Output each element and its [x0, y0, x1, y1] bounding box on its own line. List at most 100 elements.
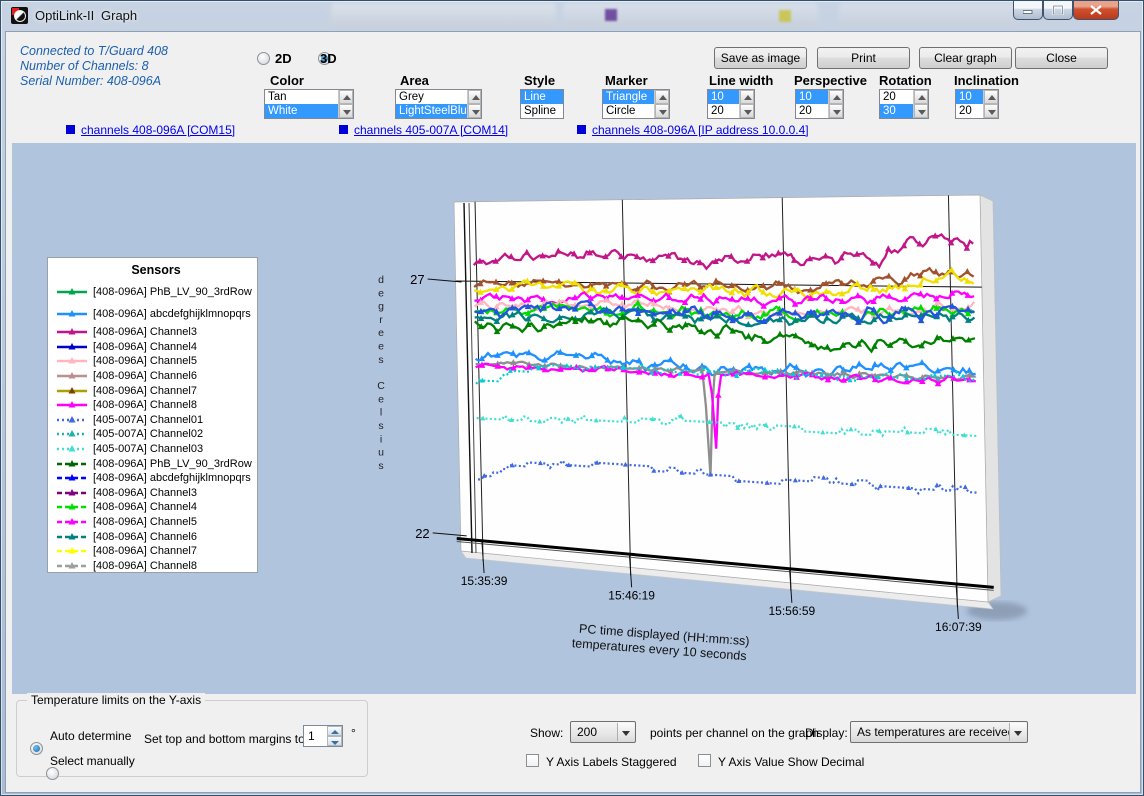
scroll-up-icon[interactable] [740, 90, 754, 104]
radio-auto-determine[interactable] [30, 742, 43, 755]
listbox-style-option[interactable]: Line [521, 90, 563, 104]
legend-swatch-dashed [55, 457, 89, 471]
listbox-area-option[interactable]: Grey [396, 90, 467, 104]
legend-item: [405-007A] Channel03 [55, 442, 257, 457]
scroll-down-icon[interactable] [984, 104, 998, 118]
legend-swatch-solid [55, 398, 89, 412]
display-mode-dropdown[interactable]: As temperatures are received [850, 721, 1028, 743]
listbox-line-width-option[interactable]: 10 [708, 90, 739, 104]
scroll-up-icon[interactable] [655, 90, 669, 104]
listbox-rotation-option[interactable]: 30 [880, 104, 913, 118]
show-points-value: 200 [577, 725, 597, 739]
listbox-scrollbar[interactable] [338, 90, 353, 118]
channel-status-icon [339, 125, 348, 134]
maximize-button[interactable] [1043, 1, 1073, 20]
scroll-up-icon[interactable] [829, 90, 843, 104]
listbox-style[interactable]: LineSpline [520, 89, 564, 119]
legend-swatch-solid [55, 325, 89, 339]
background-window-blur [331, 3, 556, 28]
spinner-down-icon[interactable] [327, 736, 342, 746]
x-tick-label: 15:56:59 [768, 604, 815, 618]
y-tick-label: 22 [415, 526, 429, 541]
radio-2d[interactable] [257, 52, 270, 65]
legend-item-label: [408-096A] PhB_LV_90_3rdRow [93, 286, 252, 298]
y-axis-title-letter: i [380, 433, 382, 445]
save-as-image-button[interactable]: Save as image [714, 47, 807, 69]
legend-item: [408-096A] Channel8 [55, 398, 257, 413]
legend-swatch-dotted [55, 442, 89, 456]
listbox-line-width-option[interactable]: 20 [708, 104, 739, 118]
scroll-up-icon[interactable] [468, 90, 481, 104]
listbox-label-area: Area [400, 73, 429, 88]
minimize-button[interactable] [1013, 1, 1043, 20]
scroll-down-icon[interactable] [914, 104, 928, 118]
checkbox-y-axis-staggered[interactable] [526, 754, 539, 767]
y-axis-title-letter: r [379, 314, 383, 326]
listbox-perspective-option[interactable]: 10 [796, 90, 828, 104]
menu-graph[interactable]: Graph [101, 8, 137, 23]
channel-link[interactable]: channels 408-096A [COM15] [66, 123, 235, 137]
listbox-color[interactable]: TanWhite [264, 89, 354, 119]
scroll-up-icon[interactable] [914, 90, 928, 104]
scroll-down-icon[interactable] [740, 104, 754, 118]
close-window-button[interactable] [1073, 1, 1119, 20]
scroll-down-icon[interactable] [468, 104, 481, 118]
print-button[interactable]: Print [817, 47, 910, 69]
listbox-marker-option[interactable]: Triangle [603, 90, 654, 104]
x-tick-label: 15:46:19 [608, 588, 655, 602]
listbox-line-width[interactable]: 1020 [707, 89, 755, 119]
legend-item-label: [405-007A] Channel03 [93, 443, 203, 455]
scroll-down-icon[interactable] [339, 104, 353, 118]
channel-link[interactable]: channels 408-096A [IP address 10.0.0.4] [577, 123, 809, 137]
listbox-area[interactable]: GreyLightSteelBlue [395, 89, 482, 119]
x-tick-label: 16:07:39 [935, 620, 982, 634]
radio-select-manually-label: Select manually [50, 754, 135, 768]
listbox-perspective[interactable]: 1020 [795, 89, 844, 119]
scroll-up-icon[interactable] [984, 90, 998, 104]
listbox-color-option[interactable]: White [265, 104, 338, 118]
listbox-label-rotation: Rotation [879, 73, 932, 88]
title-bar[interactable]: OptiLink-II Graph [1, 1, 1143, 31]
listbox-marker-option[interactable]: Circle [603, 104, 654, 118]
y-axis-title-letter: e [378, 327, 384, 339]
channel-link[interactable]: channels 405-007A [COM14] [339, 123, 508, 137]
y-axis-title-letter: d [378, 274, 384, 286]
listbox-rotation-option[interactable]: 20 [880, 90, 913, 104]
listbox-color-option[interactable]: Tan [265, 90, 338, 104]
margin-spinner[interactable]: 1 [303, 725, 343, 747]
window-title: OptiLink-II [35, 8, 94, 23]
listbox-perspective-option[interactable]: 20 [796, 104, 828, 118]
app-icon [11, 7, 28, 24]
listbox-rotation[interactable]: 2030 [879, 89, 929, 119]
legend-swatch-solid [55, 307, 89, 321]
radio-select-manually[interactable] [46, 767, 59, 780]
listbox-scrollbar[interactable] [828, 90, 843, 118]
legend-item-label: [408-096A] abcdefghijklmnopqrs [93, 308, 251, 320]
listbox-inclination-option[interactable]: 10 [956, 90, 983, 104]
listbox-marker[interactable]: TriangleCircle [602, 89, 670, 119]
listbox-scrollbar[interactable] [654, 90, 669, 118]
checkbox-y-axis-decimal[interactable] [698, 754, 711, 767]
legend-item-label: [408-096A] Channel4 [93, 501, 197, 513]
listbox-area-option[interactable]: LightSteelBlue [396, 104, 467, 118]
scroll-down-icon[interactable] [655, 104, 669, 118]
clear-graph-button[interactable]: Clear graph [919, 47, 1012, 69]
listbox-scrollbar[interactable] [913, 90, 928, 118]
dropdown-arrow-icon [617, 723, 634, 741]
listbox-inclination[interactable]: 1020 [955, 89, 999, 119]
legend-item: [408-096A] Channel7 [55, 544, 257, 559]
listbox-scrollbar[interactable] [467, 90, 481, 118]
scroll-down-icon[interactable] [829, 104, 843, 118]
scroll-up-icon[interactable] [339, 90, 353, 104]
listbox-inclination-option[interactable]: 20 [956, 104, 983, 118]
legend-swatch-solid [55, 340, 89, 354]
listbox-scrollbar[interactable] [739, 90, 754, 118]
spinner-up-icon[interactable] [327, 726, 342, 736]
close-button[interactable]: Close [1015, 47, 1108, 69]
listbox-style-option[interactable]: Spline [521, 104, 563, 118]
show-points-dropdown[interactable]: 200 [570, 721, 636, 743]
legend-title: Sensors [55, 263, 257, 277]
y-axis-title-letter: u [378, 447, 384, 459]
legend-item-label: [405-007A] Channel02 [93, 428, 203, 440]
listbox-scrollbar[interactable] [983, 90, 998, 118]
